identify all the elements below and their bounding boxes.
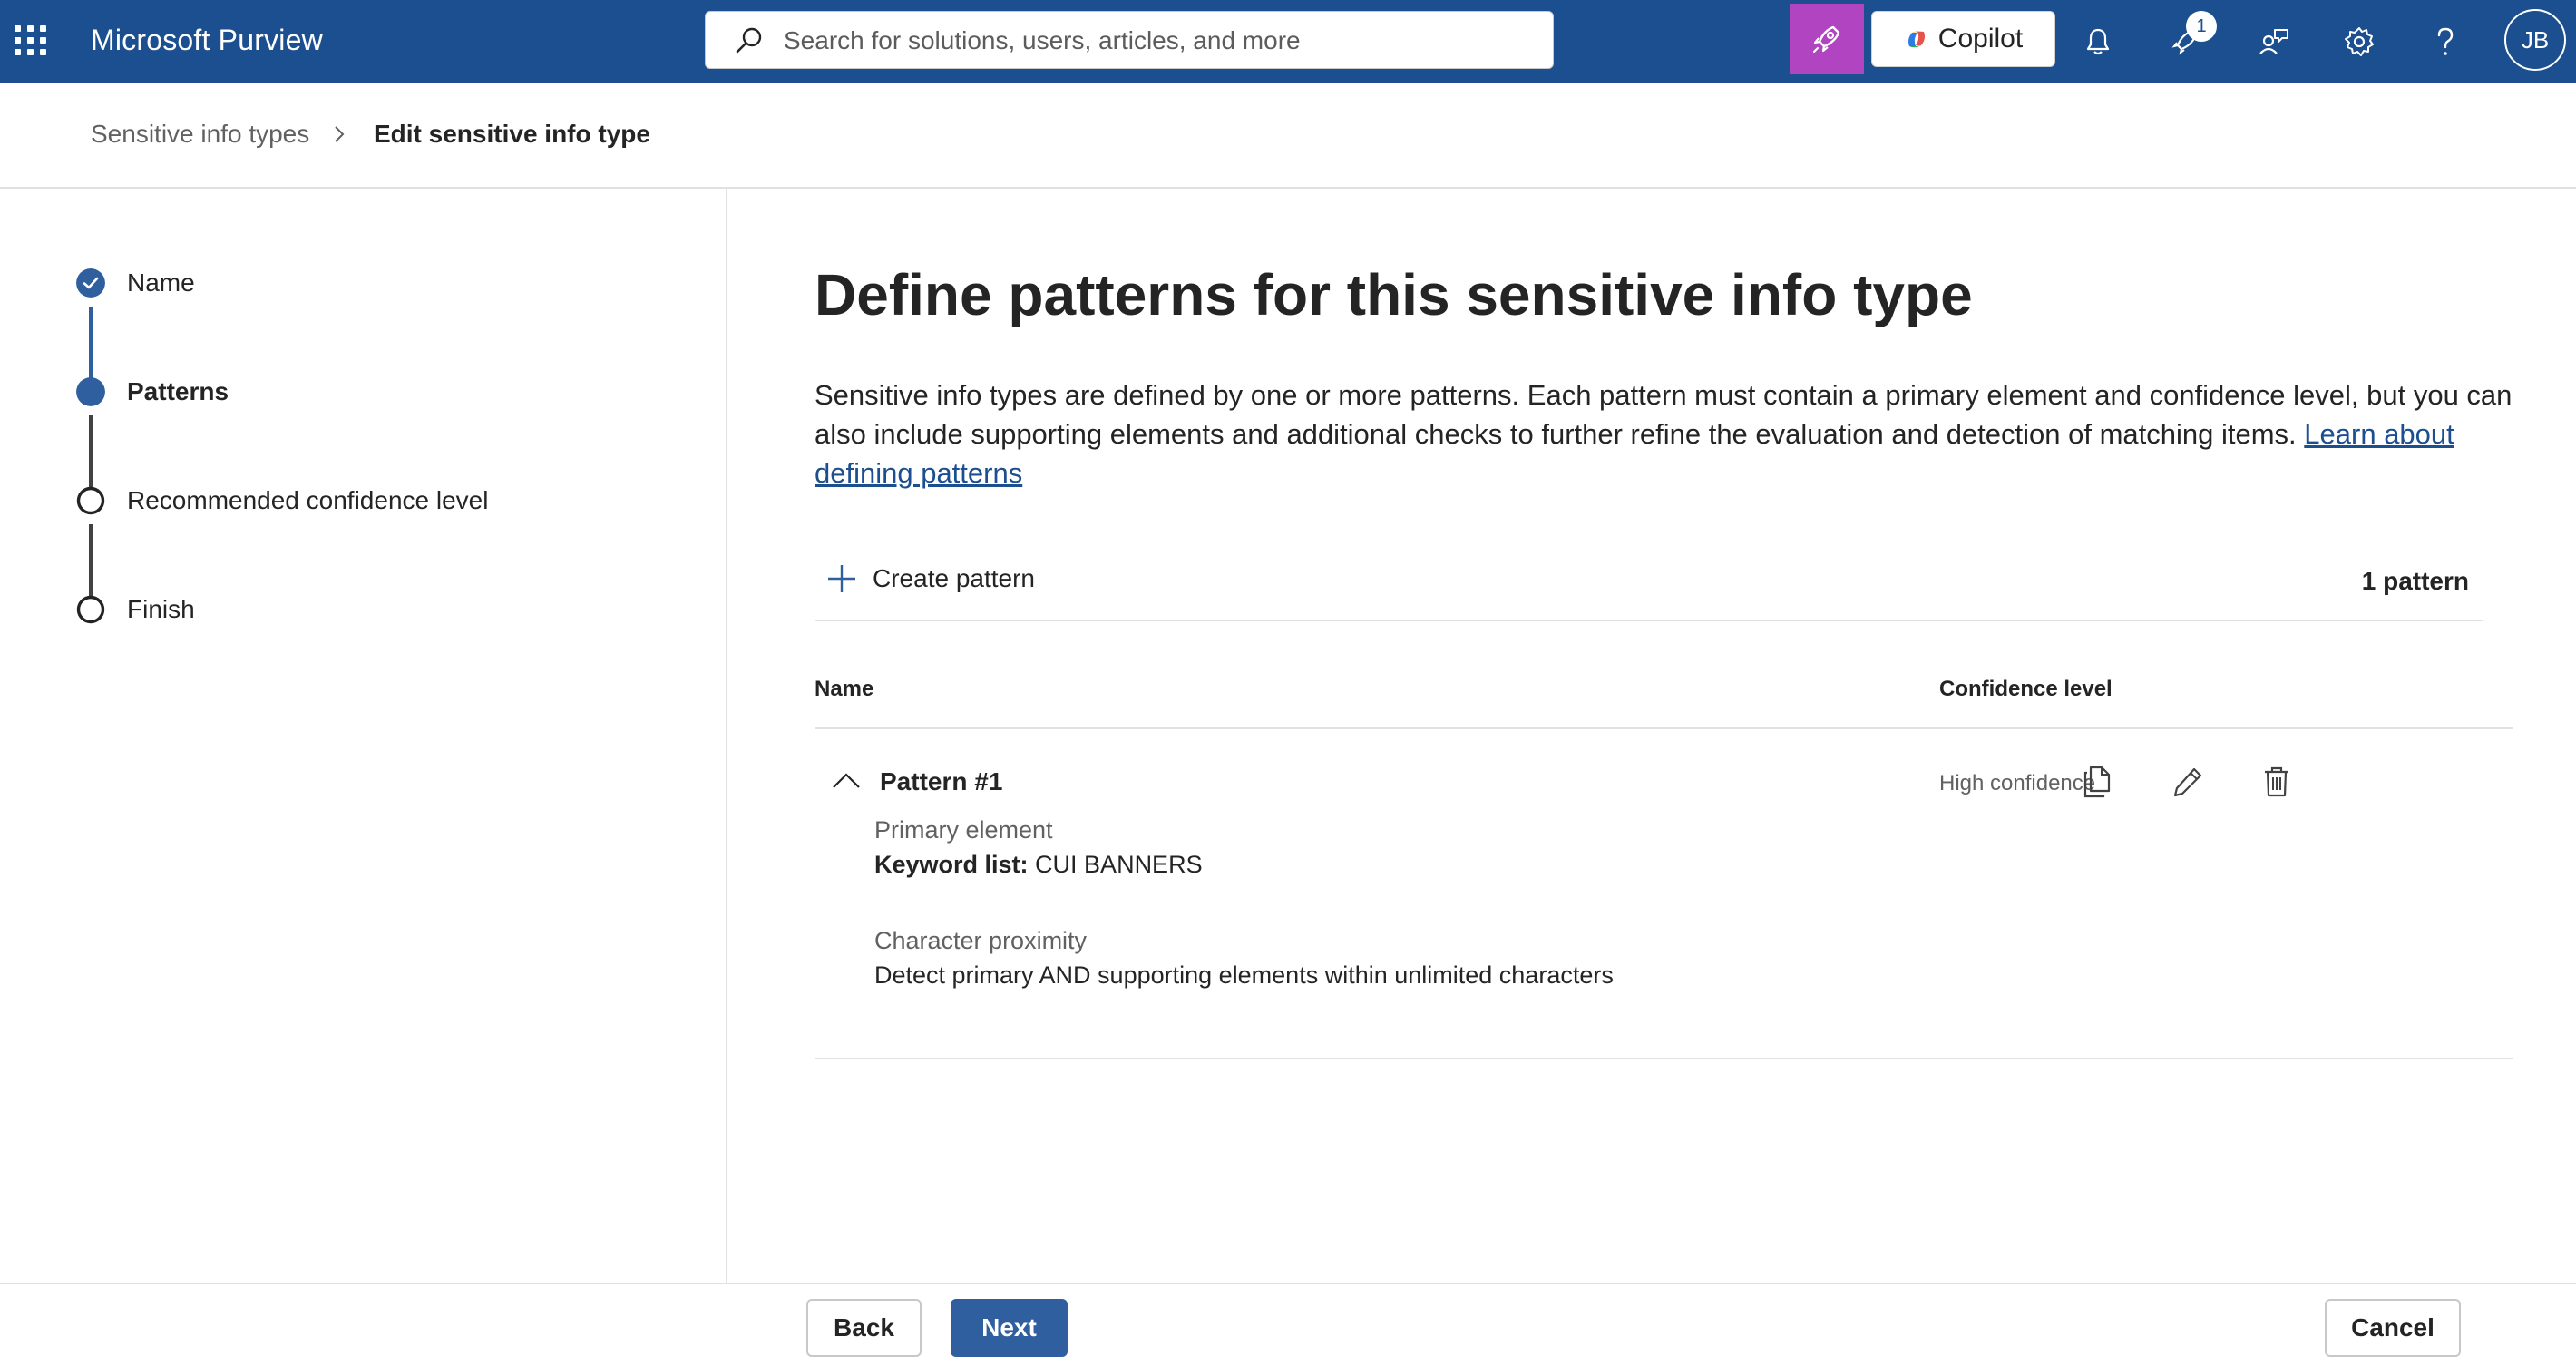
copilot-icon (1908, 31, 1925, 48)
page-title: Define patterns for this sensitive info … (815, 262, 1973, 327)
description-text: Sensitive info types are defined by one … (815, 379, 2513, 450)
copy-pattern-button[interactable] (2077, 762, 2117, 802)
confidence-value: High confidence (1939, 771, 2096, 795)
search-box[interactable] (705, 11, 1554, 69)
wizard-stepper: Name Patterns Recommended confidence lev… (0, 189, 727, 1283)
keyword-list-value: Keyword list: CUI BANNERS (874, 851, 1203, 879)
rocket-button[interactable] (1790, 4, 1864, 74)
search-icon (736, 27, 762, 54)
step-connector (89, 415, 93, 490)
chevron-right-icon (335, 126, 345, 142)
avatar[interactable]: JB (2504, 9, 2566, 71)
step-recommended-confidence[interactable]: Recommended confidence level (127, 486, 488, 515)
copilot-button[interactable]: Copilot (1871, 11, 2055, 67)
create-pattern-button[interactable]: Create pattern (825, 556, 1035, 601)
step-current-dot-icon (76, 377, 105, 406)
copilot-label: Copilot (1937, 24, 2024, 54)
character-proximity-value: Detect primary AND supporting elements w… (874, 961, 1614, 989)
main-content: Define patterns for this sensitive info … (729, 189, 2576, 1283)
waffle-icon[interactable] (13, 22, 49, 58)
page-description: Sensitive info types are defined by one … (815, 376, 2538, 493)
community-button[interactable] (2253, 0, 2295, 83)
plus-icon (828, 565, 855, 592)
keyword-list-text: CUI BANNERS (1035, 851, 1203, 878)
bell-icon (2086, 28, 2110, 55)
rocket-icon (1812, 25, 1840, 54)
breadcrumb-root-link[interactable]: Sensitive info types (91, 120, 309, 149)
trash-icon (2265, 766, 2288, 797)
gear-icon (2345, 27, 2374, 56)
pencil-icon (2173, 767, 2202, 797)
copy-icon (2083, 766, 2111, 798)
pattern-count: 1 pattern (2361, 567, 2469, 595)
help-icon (2437, 27, 2454, 55)
breadcrumb: Sensitive info types Edit sensitive info… (0, 83, 2576, 189)
back-button[interactable]: Back (806, 1299, 922, 1357)
command-bar: Create pattern 1 pattern (815, 547, 2483, 621)
pattern-name: Pattern #1 (880, 767, 1003, 795)
edit-pattern-button[interactable] (2168, 762, 2208, 802)
next-button[interactable]: Next (951, 1299, 1068, 1357)
column-header-name[interactable]: Name (815, 677, 873, 702)
breadcrumb-current: Edit sensitive info type (374, 120, 650, 148)
help-button[interactable] (2425, 0, 2466, 83)
app-title[interactable]: Microsoft Purview (91, 24, 323, 57)
step-finish[interactable]: Finish (127, 595, 195, 624)
step-connector (89, 524, 93, 599)
footer-bar: Back Next Cancel (0, 1283, 2576, 1366)
cancel-button[interactable]: Cancel (2325, 1299, 2461, 1357)
column-header-confidence[interactable]: Confidence level (1939, 677, 2113, 702)
notification-count-badge: 1 (2186, 11, 2217, 42)
keyword-list-label: Keyword list: (874, 851, 1029, 878)
step-pending-circle-icon (76, 595, 105, 624)
step-pending-circle-icon (76, 486, 105, 515)
settings-button[interactable] (2338, 0, 2380, 83)
primary-element-label: Primary element (874, 816, 1053, 844)
search-input[interactable] (784, 21, 1527, 61)
chevron-up-icon[interactable] (831, 766, 862, 796)
delete-pattern-button[interactable] (2257, 762, 2297, 802)
step-connector (89, 307, 93, 381)
create-pattern-label: Create pattern (873, 564, 1035, 592)
character-proximity-label: Character proximity (874, 927, 1088, 954)
people-icon (2259, 29, 2288, 54)
step-completed-check-icon (76, 268, 105, 298)
step-patterns[interactable]: Patterns (127, 377, 229, 406)
step-name[interactable]: Name (127, 268, 195, 298)
top-bar: Microsoft Purview Copilot (0, 0, 2576, 83)
notifications-button[interactable] (2077, 0, 2119, 83)
table-row: Pattern #1 Primary element Keyword list:… (815, 729, 2513, 1059)
